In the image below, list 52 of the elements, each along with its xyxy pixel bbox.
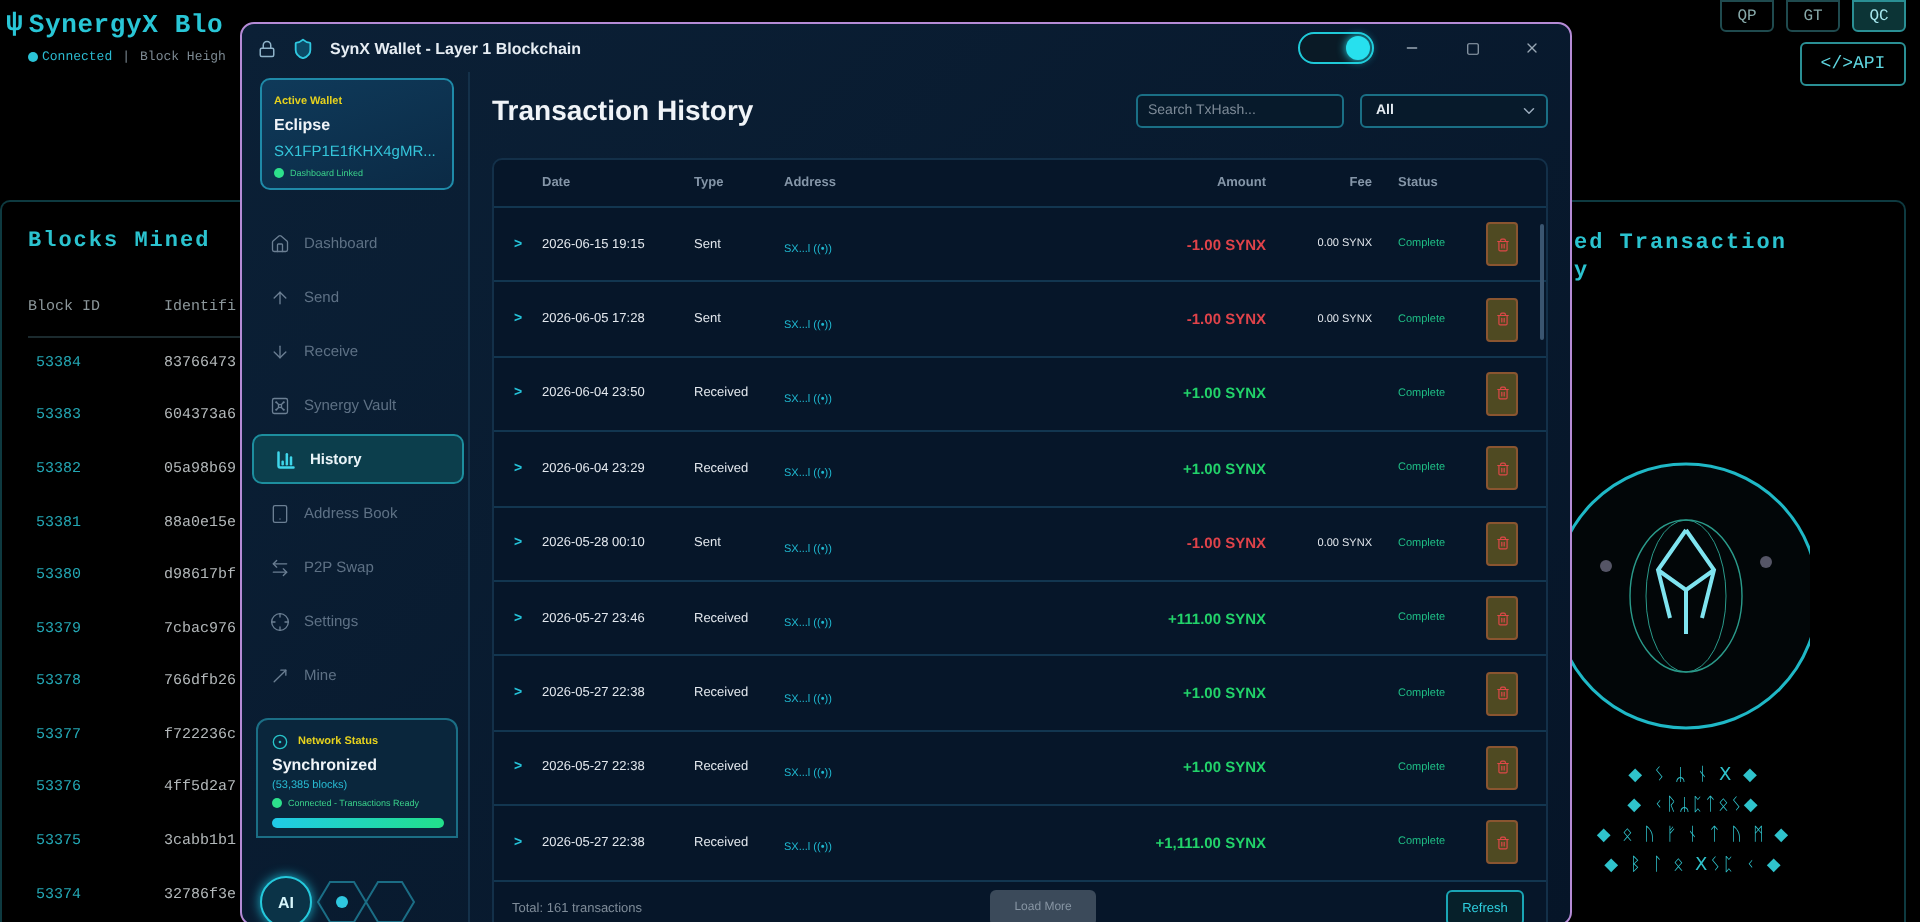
delete-button[interactable] <box>1486 446 1518 491</box>
panel-title: ed Transaction <box>1574 230 1787 258</box>
close-icon <box>1524 40 1540 56</box>
crosshair-icon <box>270 611 290 631</box>
trash-icon <box>1495 237 1509 252</box>
theme-toggle[interactable] <box>1298 32 1374 64</box>
trash-icon <box>1495 536 1509 551</box>
wallet-name: Eclipse <box>274 116 333 134</box>
shield-icon <box>292 37 314 59</box>
ai-button[interactable]: AI <box>260 876 312 922</box>
mode-button[interactable]: GT <box>1786 0 1840 32</box>
trash-icon <box>1495 386 1509 401</box>
sync-state: Synchronized <box>272 756 379 774</box>
rune-text: ◆ ᛒ ᛚ ᛟ Xᛊᛈ ᚲ ◆ <box>1604 856 1784 876</box>
delete-button[interactable] <box>1486 671 1518 716</box>
bar-chart-icon <box>276 449 296 469</box>
network-icon <box>272 734 288 750</box>
trash-icon <box>1495 835 1509 850</box>
page-title: SynergyX Blo <box>28 9 224 39</box>
vault-icon <box>270 395 290 415</box>
delete-button[interactable] <box>1486 521 1518 566</box>
home-icon <box>270 233 290 253</box>
diagonal-arrow-icon <box>270 665 290 685</box>
panel-title: Blocks Mined <box>28 230 211 254</box>
tablet-icon <box>270 503 290 523</box>
maximize-icon <box>1465 41 1479 55</box>
page-heading: Transaction History <box>492 94 754 126</box>
trash-icon <box>1495 760 1509 775</box>
scrollbar[interactable] <box>1540 224 1544 340</box>
window-title: SynX Wallet - Layer 1 Blockchain <box>330 39 582 57</box>
trash-icon <box>1495 686 1509 701</box>
delete-button[interactable] <box>1486 820 1518 865</box>
mode-button[interactable]: QC <box>1852 0 1906 32</box>
panel-title: y <box>1574 258 1590 286</box>
rune-text: ◆ ᛊ ᛦ ᚾ X ◆ <box>1628 766 1760 786</box>
trash-icon <box>1495 461 1509 476</box>
delete-button[interactable] <box>1486 371 1518 416</box>
lock-icon <box>258 39 276 57</box>
trash-icon <box>1495 312 1509 327</box>
up-arrow-icon <box>270 287 290 307</box>
trash-icon <box>1495 611 1509 626</box>
logo-icon: ψ <box>6 8 23 40</box>
api-button[interactable]: </>API <box>1800 42 1906 86</box>
rune-text: ◆ ᛟ ᚢ ᚠ ᚾ ᛏ ᚢ ᛗ ◆ <box>1596 826 1792 846</box>
mode-button[interactable]: QP <box>1720 0 1774 32</box>
delete-button[interactable] <box>1486 745 1518 790</box>
down-arrow-icon <box>270 341 290 361</box>
delete-button[interactable] <box>1486 596 1518 641</box>
swap-arrows-icon <box>270 557 290 577</box>
delete-button[interactable] <box>1486 222 1518 267</box>
delete-button[interactable] <box>1486 297 1518 342</box>
rune-text: ◆ ᚲᚱᛦᛈᛏᛟᛊ◆ <box>1627 796 1761 816</box>
